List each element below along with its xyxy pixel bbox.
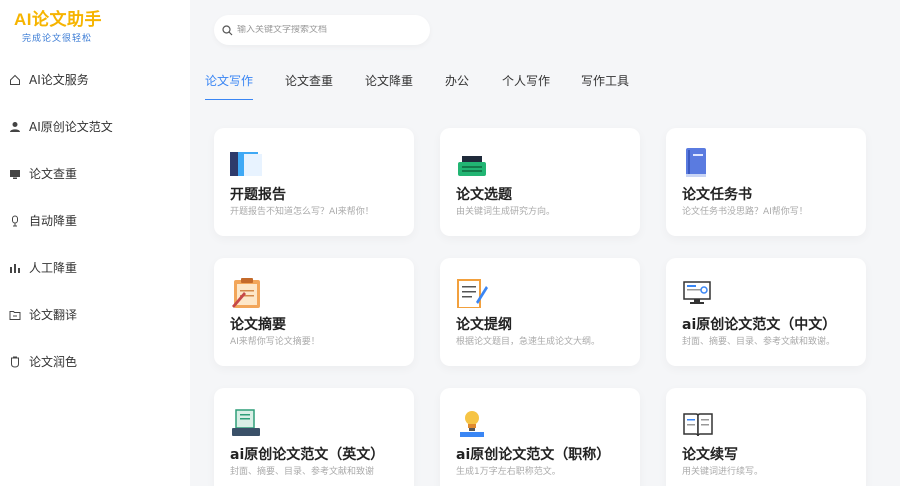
tab-office[interactable]: 办公 <box>445 72 469 100</box>
card-continue-writing[interactable]: 论文续写 用关键词进行续写。 <box>666 388 866 486</box>
tab-paper-writing[interactable]: 论文写作 <box>205 72 254 100</box>
search-icon <box>222 24 233 35</box>
search-input[interactable] <box>237 25 417 35</box>
cup-icon <box>9 356 21 368</box>
sidebar-item-label: 论文查重 <box>29 167 78 181</box>
card-title: ai原创论文范文（中文） <box>682 317 837 333</box>
card-title: 论文续写 <box>682 447 738 463</box>
card-abstract[interactable]: 论文摘要 AI来帮你写论文摘要！ <box>214 258 414 366</box>
bar-chart-icon <box>9 262 21 274</box>
sidebar-item-original-paper[interactable]: AI原创论文范文 <box>0 103 190 150</box>
folder-icon <box>9 309 21 321</box>
sidebar: AI论文助手 完成论文很轻松 AI论文服务 AI原创论文范文 论文查重 自动降重… <box>0 0 190 486</box>
card-description: AI来帮你写论文摘要！ <box>230 337 320 347</box>
sidebar-item-label: 论文润色 <box>29 355 78 369</box>
book-icon <box>682 148 716 178</box>
card-original-paper-english[interactable]: ai原创论文范文（英文） 封面、摘要、目录、参考文献和致谢 <box>214 388 414 486</box>
tab-paper-rewrite[interactable]: 论文降重 <box>365 72 413 100</box>
outline-icon <box>456 278 490 309</box>
card-original-paper-title[interactable]: ai原创论文范文（职称） 生成1万字左右职称范文。 <box>440 388 640 486</box>
user-icon <box>9 121 21 133</box>
card-description: 用关键词进行续写。 <box>682 467 764 477</box>
sidebar-item-manual-rewrite[interactable]: 人工降重 <box>0 244 190 291</box>
sidebar-item-label: AI论文服务 <box>29 73 89 87</box>
card-task-book[interactable]: 论文任务书 论文任务书没思路？AI帮你写！ <box>666 128 866 236</box>
monitor-icon <box>9 168 21 180</box>
card-original-paper-chinese[interactable]: ai原创论文范文（中文） 封面、摘要、目录、参考文献和致谢。 <box>666 258 866 366</box>
card-title: ai原创论文范文（英文） <box>230 447 385 463</box>
card-title: 论文选题 <box>456 187 512 203</box>
home-icon <box>9 74 21 86</box>
sidebar-item-translate[interactable]: 论文翻译 <box>0 291 190 338</box>
sidebar-item-label: 人工降重 <box>29 261 78 275</box>
card-description: 封面、摘要、目录、参考文献和致谢 <box>230 467 375 477</box>
card-title: 开题报告 <box>230 187 286 203</box>
card-title: 论文任务书 <box>682 187 752 203</box>
report-icon <box>230 148 264 178</box>
sidebar-menu: AI论文服务 AI原创论文范文 论文查重 自动降重 人工降重 论文翻译 论文润色 <box>0 56 190 385</box>
card-title: 论文提纲 <box>456 317 512 333</box>
search-bar <box>214 15 430 45</box>
open-book-icon <box>682 408 716 438</box>
sidebar-item-label: 自动降重 <box>29 214 78 228</box>
app-subtitle: 完成论文很轻松 <box>22 34 93 44</box>
microphone-icon <box>9 215 21 227</box>
computer-icon <box>682 278 716 308</box>
card-opening-report[interactable]: 开题报告 开题报告不知道怎么写？AI来帮你！ <box>214 128 414 236</box>
sidebar-item-label: AI原创论文范文 <box>29 120 113 134</box>
card-title: 论文摘要 <box>230 317 286 333</box>
app-title: AI论文助手 <box>14 10 102 29</box>
sidebar-item-label: 论文翻译 <box>29 308 78 322</box>
keyboard-icon <box>230 408 264 438</box>
lightbulb-icon <box>456 408 490 438</box>
app-logo[interactable]: AI论文助手 完成论文很轻松 <box>14 10 102 44</box>
card-description: 开题报告不知道怎么写？AI来帮你！ <box>230 207 374 217</box>
sidebar-item-auto-rewrite[interactable]: 自动降重 <box>0 197 190 244</box>
tab-writing-tools[interactable]: 写作工具 <box>581 72 629 100</box>
card-title: ai原创论文范文（职称） <box>456 447 611 463</box>
card-description: 根据论文题目，急速生成论文大纲。 <box>456 337 601 347</box>
card-description: 论文任务书没思路？AI帮你写！ <box>682 207 808 217</box>
card-outline[interactable]: 论文提纲 根据论文题目，急速生成论文大纲。 <box>440 258 640 366</box>
sidebar-item-polish[interactable]: 论文润色 <box>0 338 190 385</box>
typewriter-icon <box>456 148 490 178</box>
card-description: 生成1万字左右职称范文。 <box>456 467 561 477</box>
card-topic-selection[interactable]: 论文选题 由关键词生成研究方向。 <box>440 128 640 236</box>
sidebar-item-ai-service[interactable]: AI论文服务 <box>0 56 190 103</box>
sidebar-item-plagiarism-check[interactable]: 论文查重 <box>0 150 190 197</box>
tab-plagiarism-check[interactable]: 论文查重 <box>285 72 333 100</box>
tab-personal-writing[interactable]: 个人写作 <box>502 72 550 100</box>
card-description: 封面、摘要、目录、参考文献和致谢。 <box>682 337 836 347</box>
clipboard-icon <box>230 278 264 308</box>
card-description: 由关键词生成研究方向。 <box>456 207 556 217</box>
